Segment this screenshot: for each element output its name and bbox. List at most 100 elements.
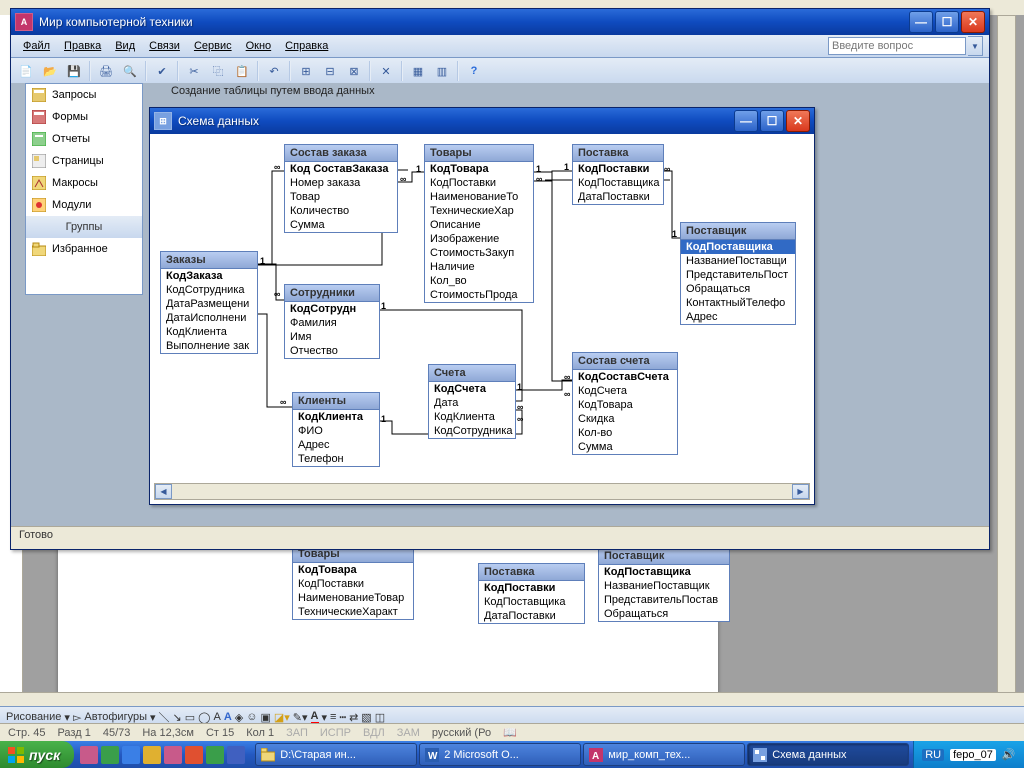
field[interactable]: НаименованиеТо xyxy=(425,190,533,204)
field[interactable]: Кол-во xyxy=(573,426,677,440)
table-tovary[interactable]: Товары КодТовара КодПоставки Наименовани… xyxy=(424,144,534,303)
schema-canvas[interactable]: Заказы КодЗаказа КодСотрудника ДатаРазме… xyxy=(152,134,812,502)
help-question-input[interactable] xyxy=(828,37,966,55)
field[interactable]: КодКлиента xyxy=(161,325,257,339)
cut-icon[interactable]: ✂ xyxy=(183,60,205,82)
field[interactable]: КодПоставки xyxy=(573,162,663,176)
ql-icon-7[interactable] xyxy=(206,746,224,764)
table-sostav-zakaza[interactable]: Состав заказа Код СоставЗаказа Номер зак… xyxy=(284,144,398,233)
new-icon[interactable]: 📄 xyxy=(15,60,37,82)
table-head[interactable]: Клиенты xyxy=(293,393,379,410)
sidebar-item-forms[interactable]: Формы xyxy=(26,106,142,128)
shadow-icon[interactable]: ▧ xyxy=(361,711,371,724)
sidebar-item-modules[interactable]: Модули xyxy=(26,194,142,216)
field[interactable]: Сумма xyxy=(285,218,397,232)
arrow-icon[interactable]: ↘ xyxy=(173,711,182,724)
table-head[interactable]: Товары xyxy=(425,145,533,162)
table-postavka[interactable]: Поставка КодПоставки КодПоставщика ДатаП… xyxy=(572,144,664,205)
dropdown-arrow-icon[interactable]: ▾ xyxy=(322,711,328,724)
status-book-icon[interactable]: 📖 xyxy=(503,726,517,739)
pointer-icon[interactable]: ▻ xyxy=(73,711,81,724)
start-button[interactable]: пуск xyxy=(0,741,74,768)
field[interactable]: СтоимостьПрода xyxy=(425,288,533,302)
table-scheta[interactable]: Счета КодСчета Дата КодКлиента КодСотруд… xyxy=(428,364,516,439)
clipart-icon[interactable]: ☺ xyxy=(246,711,257,723)
menu-window[interactable]: Окно xyxy=(240,38,278,54)
field[interactable]: ДатаРазмещени xyxy=(161,297,257,311)
field[interactable]: КодСотрудн xyxy=(285,302,379,316)
sidebar-item-macros[interactable]: Макросы xyxy=(26,172,142,194)
table-sotrudniki[interactable]: Сотрудники КодСотрудн Фамилия Имя Отчест… xyxy=(284,284,380,359)
undo-icon[interactable]: ↶ xyxy=(263,60,285,82)
open-icon[interactable]: 📂 xyxy=(39,60,61,82)
sidebar-item-queries[interactable]: Запросы xyxy=(26,84,142,106)
field[interactable]: Изображение xyxy=(425,232,533,246)
field[interactable]: КодТовара xyxy=(425,162,533,176)
dash-style-icon[interactable]: ┅ xyxy=(339,711,346,724)
field[interactable]: Отчество xyxy=(285,344,379,358)
field[interactable]: Код СоставЗаказа xyxy=(285,162,397,176)
field[interactable]: КодЗаказа xyxy=(161,269,257,283)
ql-icon-5[interactable] xyxy=(164,746,182,764)
print-icon[interactable]: 🖨 xyxy=(95,60,117,82)
field[interactable]: КодСотрудника xyxy=(161,283,257,297)
close-button[interactable]: ✕ xyxy=(961,11,985,33)
textbox-icon[interactable]: A xyxy=(213,711,220,723)
dropdown-arrow-icon[interactable]: ▾ xyxy=(64,711,70,724)
field[interactable]: Сумма xyxy=(573,440,677,454)
table-klienty[interactable]: Клиенты КодКлиента ФИО Адрес Телефон xyxy=(292,392,380,467)
field[interactable]: СтоимостьЗакуп xyxy=(425,246,533,260)
picture-icon[interactable]: ▣ xyxy=(260,711,270,724)
field[interactable]: Дата xyxy=(429,396,515,410)
menu-edit[interactable]: Правка xyxy=(58,38,107,54)
sidebar-item-favorites[interactable]: Избранное xyxy=(26,238,142,260)
table-head[interactable]: Поставка xyxy=(573,145,663,162)
diagram-icon[interactable]: ◈ xyxy=(235,711,243,724)
wordart-icon[interactable]: A xyxy=(224,711,232,723)
show-direct-icon[interactable]: ⊟ xyxy=(319,60,341,82)
field[interactable]: КодСчета xyxy=(573,384,677,398)
table-head[interactable]: Состав заказа xyxy=(285,145,397,162)
rect-icon[interactable]: ▭ xyxy=(185,711,195,724)
help-dropdown-icon[interactable]: ▼ xyxy=(968,36,983,56)
field[interactable]: Адрес xyxy=(293,438,379,452)
table-postavschik[interactable]: Поставщик КодПоставщика НазваниеПоставщи… xyxy=(680,222,796,325)
table-head[interactable]: Поставщик xyxy=(681,223,795,240)
tray-volume-icon[interactable]: 🔊 xyxy=(1002,748,1016,761)
field[interactable]: КодСчета xyxy=(429,382,515,396)
minimize-button[interactable]: — xyxy=(909,11,933,33)
task-access[interactable]: A мир_комп_тех... xyxy=(583,743,745,766)
field[interactable]: НазваниеПоставщи xyxy=(681,254,795,268)
ql-icon-6[interactable] xyxy=(185,746,203,764)
field[interactable]: КодСотрудника xyxy=(429,424,515,438)
field[interactable]: ПредставительПост xyxy=(681,268,795,282)
task-schema[interactable]: Схема данных xyxy=(747,743,909,766)
table-head[interactable]: Заказы xyxy=(161,252,257,269)
field[interactable]: Телефон xyxy=(293,452,379,466)
field[interactable]: КодКлиента xyxy=(429,410,515,424)
field[interactable]: КодСоставСчета xyxy=(573,370,677,384)
word-scrollbar-vertical[interactable] xyxy=(997,15,1016,697)
ql-icon-2[interactable] xyxy=(101,746,119,764)
field[interactable]: Товар xyxy=(285,190,397,204)
field[interactable]: ФИО xyxy=(293,424,379,438)
drawing-label[interactable]: Рисование xyxy=(6,711,61,723)
help-icon[interactable]: ? xyxy=(463,60,485,82)
field[interactable]: ДатаИсполнени xyxy=(161,311,257,325)
tray-language[interactable]: RU xyxy=(922,749,944,761)
database-window-icon[interactable]: ▥ xyxy=(431,60,453,82)
field[interactable]: Обращаться xyxy=(681,282,795,296)
table-head[interactable]: Сотрудники xyxy=(285,285,379,302)
arrow-style-icon[interactable]: ⇄ xyxy=(349,711,358,724)
spell-icon[interactable]: ✔ xyxy=(151,60,173,82)
field[interactable]: Наличие xyxy=(425,260,533,274)
table-zakazy[interactable]: Заказы КодЗаказа КодСотрудника ДатаРазме… xyxy=(160,251,258,354)
field[interactable]: КодПоставщика xyxy=(573,176,663,190)
autoshapes-label[interactable]: Автофигуры xyxy=(84,711,147,723)
schema-titlebar[interactable]: ⊞ Схема данных — ☐ ✕ xyxy=(150,108,814,134)
line-style-icon[interactable]: ≡ xyxy=(330,711,336,723)
dropdown-arrow-icon[interactable]: ▾ xyxy=(150,711,156,724)
paste-icon[interactable]: 📋 xyxy=(231,60,253,82)
new-object-icon[interactable]: ▦ xyxy=(407,60,429,82)
fill-color-icon[interactable]: ◪▾ xyxy=(274,711,290,724)
